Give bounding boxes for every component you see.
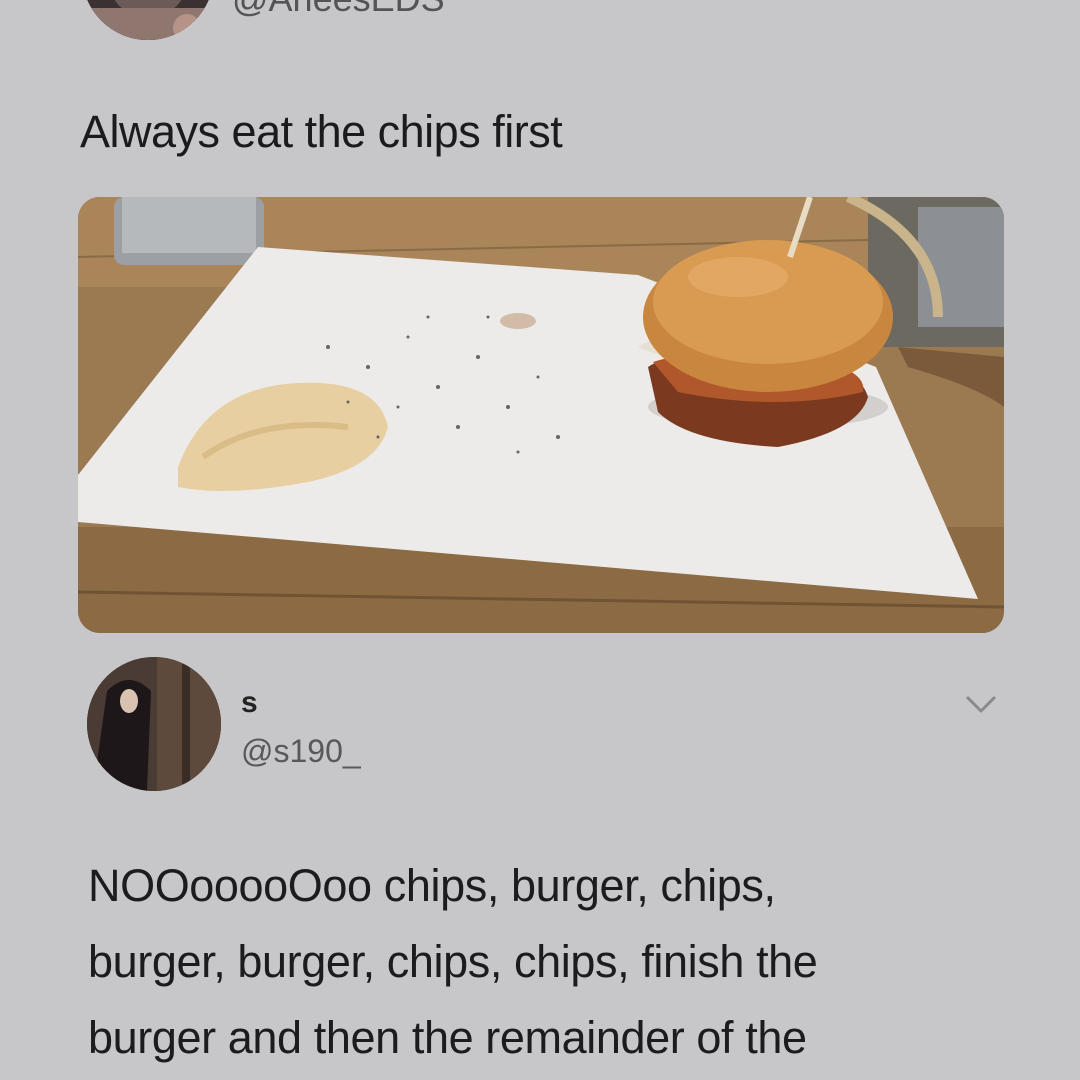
reply-avatar-image xyxy=(87,657,221,791)
reply-text: NOOooooOoo chips, burger, chips, burger,… xyxy=(88,848,988,1076)
chevron-down-icon[interactable] xyxy=(962,690,1000,718)
tweet-text: Always eat the chips first xyxy=(80,106,563,157)
avatar-image xyxy=(82,0,214,40)
reply-avatar[interactable] xyxy=(87,657,221,791)
avatar[interactable] xyxy=(82,0,214,40)
tweet-handle[interactable]: @AneesEDS xyxy=(232,0,445,20)
reply-text-line: burger and then the remainder of the xyxy=(88,1012,807,1063)
screenshot-page: @AneesEDS Always eat the chips first xyxy=(0,0,1080,1080)
reply-handle[interactable]: @s190_ xyxy=(241,733,361,770)
reply-display-name[interactable]: s xyxy=(241,686,258,720)
reply-text-line: burger, burger, chips, chips, finish the xyxy=(88,936,818,987)
reply-text-line: NOOooooOoo chips, burger, chips, xyxy=(88,860,776,911)
burger-photo-icon xyxy=(78,197,1004,633)
tweet-photo[interactable] xyxy=(78,197,1004,633)
